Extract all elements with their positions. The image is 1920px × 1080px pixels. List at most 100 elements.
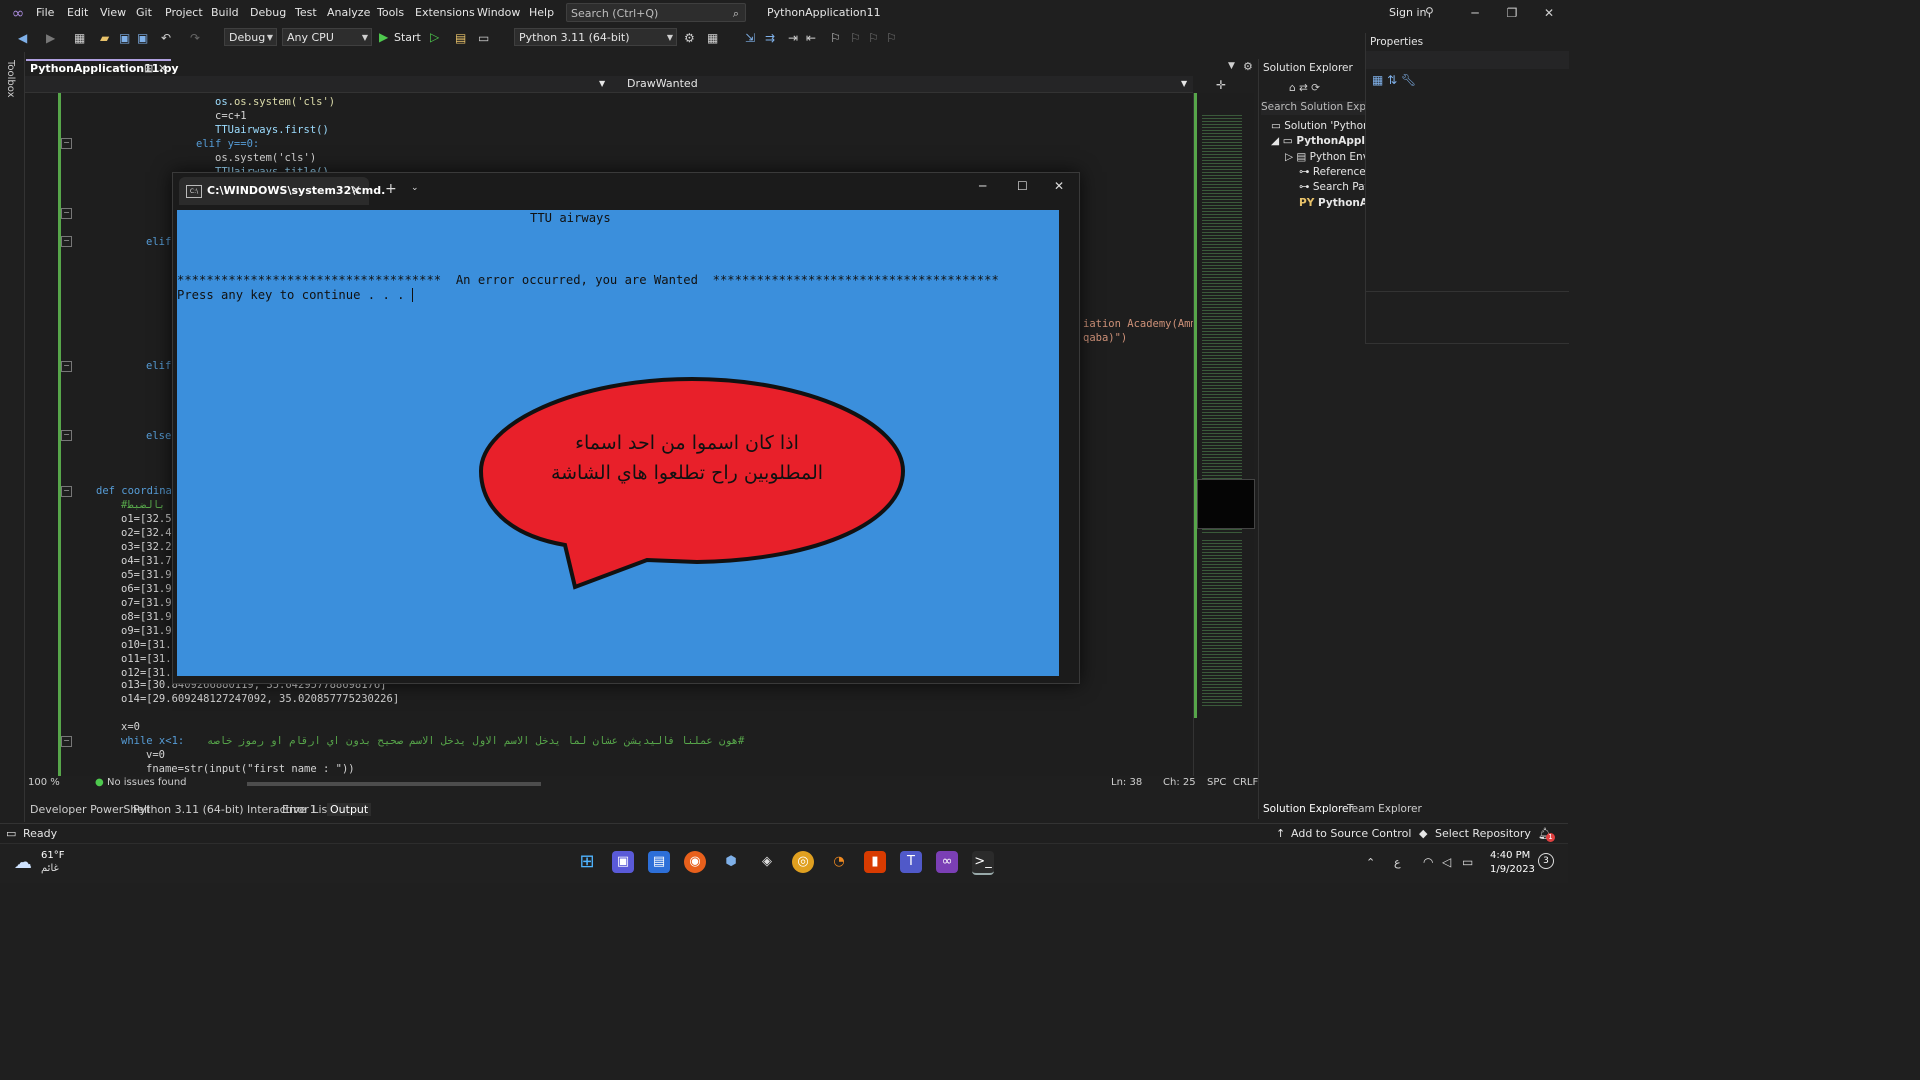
layout-icon[interactable]: ▭ (478, 30, 489, 46)
configuration-dropdown[interactable]: Debug ▼ (224, 28, 277, 46)
menu-project[interactable]: Project (165, 5, 203, 21)
forward-icon[interactable]: ▶ (46, 30, 55, 46)
battery-icon[interactable]: ▭ (1462, 855, 1473, 869)
restore-icon[interactable]: ❐ (1497, 4, 1527, 22)
chevron-up-icon[interactable]: ⌃ (1366, 856, 1375, 869)
tree-item-references[interactable]: ⊶ References (1299, 166, 1365, 178)
menu-analyze[interactable]: Analyze (327, 5, 370, 21)
breakpoint-icon[interactable]: ⇉ (765, 30, 775, 46)
maximize-icon[interactable]: ☐ (1017, 179, 1028, 193)
step-icon[interactable]: ⇲ (745, 30, 755, 46)
menu-extensions[interactable]: Extensions (415, 5, 475, 21)
fold-toggle[interactable]: − (61, 361, 72, 372)
menu-build[interactable]: Build (211, 5, 239, 21)
chevron-down-icon[interactable]: ▼ (599, 79, 605, 88)
settings-gear-icon[interactable]: ⚙ (1243, 60, 1253, 73)
search-input[interactable]: Search (Ctrl+Q) ⌕ (566, 3, 746, 22)
fold-toggle[interactable]: − (61, 236, 72, 247)
tab-solution-explorer[interactable]: Solution Explorer (1263, 803, 1353, 815)
firefox-icon[interactable]: ◉ (684, 851, 706, 873)
language-indicator[interactable]: ع (1394, 856, 1401, 869)
back-icon[interactable]: ◀ (18, 30, 27, 46)
unity-icon[interactable]: ◈ (756, 851, 778, 873)
account-icon[interactable]: ⚲ (1425, 5, 1434, 19)
console-output[interactable]: TTU airways ****************************… (177, 210, 1059, 676)
weather-temp[interactable]: 61°F (41, 850, 64, 861)
fold-toggle[interactable]: − (61, 486, 72, 497)
bookmark-prev-icon[interactable]: ⚐ (850, 30, 861, 46)
document-tab[interactable]: PythonApplication11.py ⊞ ✕ (26, 59, 179, 76)
menu-test[interactable]: Test (295, 5, 317, 21)
folder-icon[interactable]: ▤ (455, 30, 466, 46)
add-to-source-control[interactable]: Add to Source Control (1291, 827, 1411, 840)
store-icon[interactable]: ▤ (648, 851, 670, 873)
bookmark-next-icon[interactable]: ⚐ (868, 30, 879, 46)
fold-toggle[interactable]: − (61, 430, 72, 441)
new-project-icon[interactable]: ▦ (74, 30, 85, 46)
close-tab-icon[interactable]: ✕ (158, 61, 167, 76)
toolbox-strip[interactable]: Toolbox (0, 52, 25, 822)
outdent-icon[interactable]: ⇤ (806, 30, 816, 46)
chat-icon[interactable]: ▣ (612, 851, 634, 873)
menu-debug[interactable]: Debug (250, 5, 286, 21)
tree-item-solution[interactable]: ▭ Solution 'PythonA (1271, 120, 1365, 132)
start-button[interactable]: Start (394, 31, 421, 44)
menu-edit[interactable]: Edit (67, 5, 88, 21)
close-tab-icon[interactable]: ✕ (351, 183, 361, 197)
tree-item-search-paths[interactable]: ⊶ Search Path (1299, 181, 1365, 193)
tree-item-project[interactable]: ◢ ▭ PythonApplica (1271, 135, 1365, 147)
clock-time[interactable]: 4:40 PM (1490, 850, 1530, 861)
member-dropdown[interactable]: DrawWanted (627, 77, 698, 90)
tab-output[interactable]: Output (327, 803, 372, 816)
categorized-icon[interactable]: ▦ ⇅ 🔧︎ (1372, 73, 1416, 87)
start-icon[interactable]: ▶ (379, 30, 388, 44)
clock-date[interactable]: 1/9/2023 (1490, 864, 1535, 875)
terminal-icon[interactable]: >_ (972, 851, 994, 875)
redo-icon[interactable]: ↷ (190, 30, 200, 46)
horizontal-scrollbar[interactable] (247, 782, 541, 786)
save-icon[interactable]: ▣ (119, 30, 130, 46)
tab-overflow-icon[interactable]: ▼ (1228, 61, 1235, 71)
save-all-icon[interactable]: ▣ (137, 30, 148, 46)
notification-center-badge[interactable]: 3 (1538, 853, 1554, 869)
menu-help[interactable]: Help (529, 5, 554, 21)
tree-item-python-file[interactable]: PY PythonApp (1299, 197, 1365, 209)
new-tab-icon[interactable]: + (385, 181, 397, 197)
chrome-icon[interactable]: ◎ (792, 851, 814, 873)
windows-start-icon[interactable]: ⊞ (576, 851, 598, 873)
indent-mode[interactable]: SPC (1207, 777, 1226, 788)
open-file-icon[interactable]: ▰ (100, 30, 109, 46)
tab-team-explorer-label[interactable]: Team Explorer (1347, 803, 1422, 815)
line-ending[interactable]: CRLF (1233, 777, 1258, 788)
issues-status[interactable]: No issues found (107, 777, 187, 788)
pin-icon[interactable]: ⊞ (144, 61, 153, 76)
teams-icon[interactable]: T (900, 851, 922, 873)
wifi-icon[interactable]: ◠ (1423, 855, 1433, 869)
undo-icon[interactable]: ↶ (161, 30, 171, 46)
office-icon[interactable]: ▮ (864, 851, 886, 873)
minimize-icon[interactable]: ─ (979, 179, 986, 193)
platform-dropdown[interactable]: Any CPU ▼ (282, 28, 372, 46)
zoom-level[interactable]: 100 % (28, 777, 60, 788)
menu-view[interactable]: View (100, 5, 126, 21)
select-repository[interactable]: Select Repository (1435, 827, 1531, 840)
cloud-icon[interactable]: ☁ (14, 852, 32, 873)
close-icon[interactable]: ✕ (1534, 4, 1564, 22)
window-layout-icon[interactable]: ▦ (707, 30, 718, 46)
properties-object-selector[interactable] (1366, 51, 1569, 69)
chevron-down-icon[interactable]: ▼ (1181, 79, 1187, 88)
menu-tools[interactable]: Tools (377, 5, 404, 21)
fold-toggle[interactable]: − (61, 138, 72, 149)
split-editor-icon[interactable]: ✛ (1216, 78, 1226, 92)
fold-toggle[interactable]: − (61, 736, 72, 747)
code-minimap[interactable] (1193, 93, 1255, 776)
indent-icon[interactable]: ⇥ (788, 30, 798, 46)
menu-git[interactable]: Git (136, 5, 152, 21)
terminal-tab[interactable]: C:\ C:\WINDOWS\system32\cmd. ✕ (179, 177, 385, 205)
blender-icon[interactable]: ◔ (828, 851, 850, 873)
python-environment-dropdown[interactable]: Python 3.11 (64-bit) ▼ (514, 28, 677, 46)
close-icon[interactable]: ✕ (1054, 179, 1064, 193)
virtualbox-icon[interactable]: ⬢ (720, 851, 742, 873)
menu-file[interactable]: File (36, 5, 54, 21)
sign-in-link[interactable]: Sign in (1389, 6, 1427, 19)
